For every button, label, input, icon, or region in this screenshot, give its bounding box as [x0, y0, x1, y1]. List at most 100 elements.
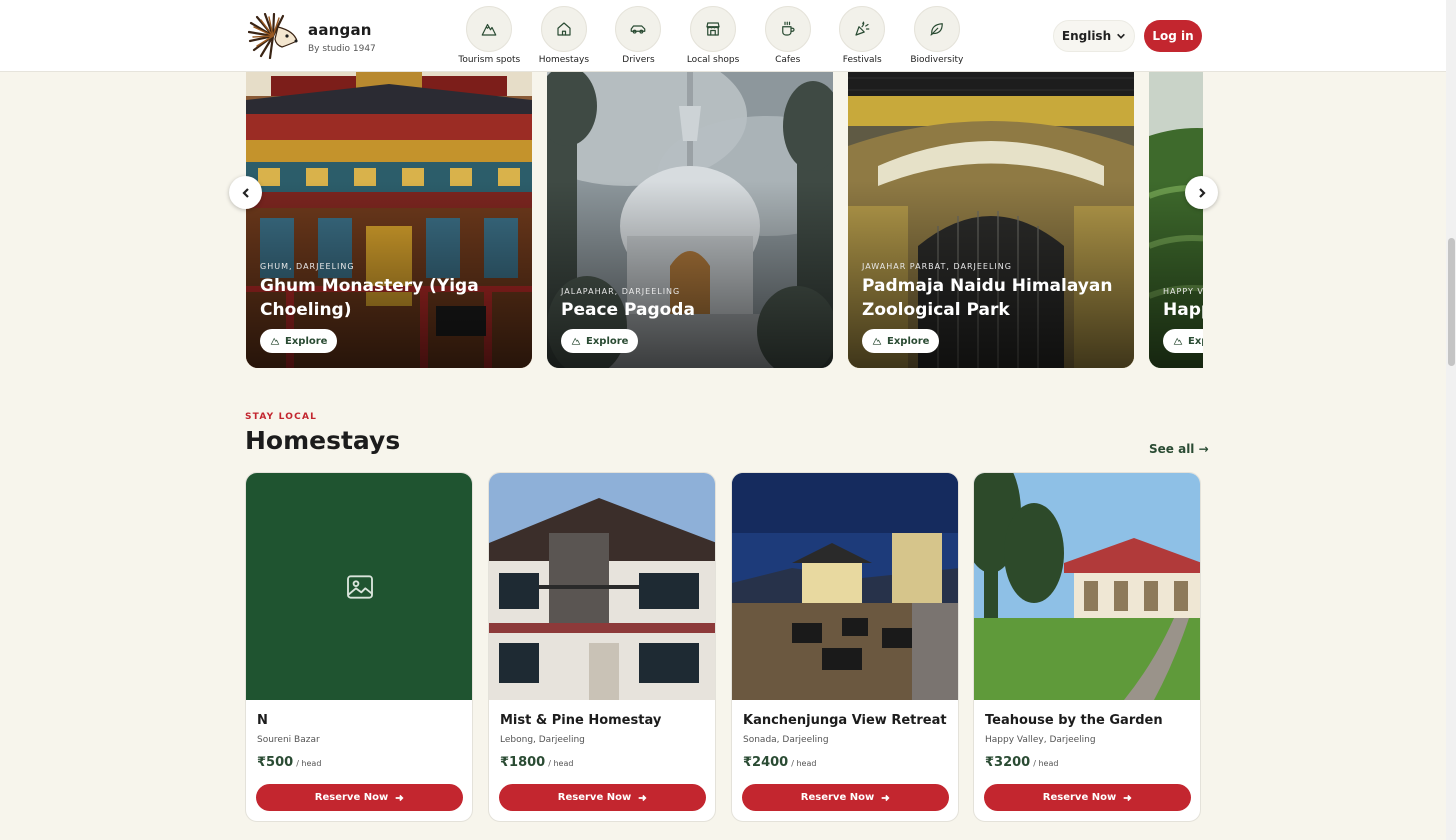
price-value: ₹3200 [985, 755, 1031, 770]
brand-tagline: By studio 1947 [308, 44, 376, 54]
carousel-prev-button[interactable] [229, 176, 262, 209]
spot-card[interactable]: JALAPAHAR, DARJEELING Peace Pagoda Explo… [547, 56, 833, 368]
carousel-next-button[interactable] [1185, 176, 1218, 209]
homestay-card[interactable]: Mist & Pine Homestay Lebong, Darjeeling … [488, 472, 716, 822]
homestay-location: Happy Valley, Darjeeling [985, 735, 1096, 745]
nav-icon-circle [690, 6, 737, 52]
explore-button[interactable]: Explore [862, 329, 940, 353]
homestay-image [974, 473, 1200, 700]
section-title: Homestays [245, 426, 401, 455]
chevron-left-icon [241, 187, 249, 198]
chevron-right-icon [1198, 187, 1206, 198]
spot-card[interactable]: HAPPY VALLEY, DARJEELING Happy Valley Te… [1149, 56, 1203, 368]
spot-name: Happy Valley Tea Estate [1163, 300, 1203, 320]
arrow-right-icon [395, 794, 404, 801]
homestay-image [732, 473, 958, 700]
leaf-icon [930, 23, 943, 36]
car-icon [631, 25, 646, 34]
reserve-label: Reserve Now [557, 792, 632, 803]
image-placeholder-icon [347, 574, 373, 599]
homestay-card[interactable]: N Soureni Bazar ₹500/ head Reserve Now [245, 472, 473, 822]
language-select[interactable]: English [1053, 20, 1135, 52]
mountain-icon [571, 337, 581, 345]
login-button[interactable]: Log in [1144, 20, 1202, 52]
nav-label: Local shops [686, 55, 740, 65]
price-unit: / head [548, 759, 574, 768]
see-all-link[interactable]: See all → [1149, 442, 1209, 456]
reserve-now-button[interactable]: Reserve Now [499, 784, 706, 811]
page-scrollbar[interactable] [1446, 0, 1456, 840]
homestay-price: ₹3200/ head [985, 755, 1058, 770]
nav-item-biodiversity[interactable]: Biodiversity [900, 6, 975, 65]
nav-item-festivals[interactable]: Festivals [825, 6, 900, 65]
spot-name: Peace Pagoda [561, 300, 695, 320]
coffee-icon [781, 21, 795, 36]
nav-icon-circle [466, 6, 513, 52]
nav-label: Cafes [775, 55, 801, 65]
reserve-label: Reserve Now [800, 792, 875, 803]
price-value: ₹500 [257, 755, 294, 770]
arrow-right-icon [881, 794, 890, 801]
homestay-location: Soureni Bazar [257, 735, 320, 745]
explore-button[interactable]: Explore [1163, 329, 1203, 353]
spot-location: JALAPAHAR, DARJEELING [561, 287, 681, 296]
homestay-name: Mist & Pine Homestay [500, 713, 662, 728]
language-selected: English [1061, 29, 1112, 43]
price-value: ₹1800 [500, 755, 546, 770]
spot-card[interactable]: GHUM, DARJEELING Ghum Monastery (Yiga Ch… [246, 56, 532, 368]
explore-label: Explore [1188, 335, 1203, 347]
reserve-now-button[interactable]: Reserve Now [256, 784, 463, 811]
tourism-spots-carousel[interactable]: GHUM, DARJEELING Ghum Monastery (Yiga Ch… [246, 56, 1203, 368]
scrollbar-thumb[interactable] [1448, 238, 1455, 366]
homestay-price: ₹1800/ head [500, 755, 573, 770]
mountain-icon [872, 337, 882, 345]
store-icon [706, 22, 720, 36]
nav-item-tourism-spots[interactable]: Tourism spots [452, 6, 527, 65]
explore-button[interactable]: Explore [561, 329, 639, 353]
explore-button[interactable]: Explore [260, 329, 338, 353]
reserve-now-button[interactable]: Reserve Now [742, 784, 949, 811]
nav-icon-circle [615, 6, 662, 52]
spot-location: JAWAHAR PARBAT, DARJEELING [862, 262, 1012, 271]
explore-label: Explore [285, 335, 328, 347]
spot-name: Ghum Monastery (Yiga Choeling) [260, 276, 479, 320]
nav-label: Biodiversity [910, 55, 964, 65]
nav-label: Tourism spots [458, 55, 521, 65]
mountain-icon [1173, 337, 1183, 345]
home-icon [557, 22, 571, 36]
reserve-label: Reserve Now [1042, 792, 1117, 803]
nav-item-local-shops[interactable]: Local shops [676, 6, 751, 65]
mountain-icon [270, 337, 280, 345]
party-icon [855, 21, 870, 36]
nav-item-homestays[interactable]: Homestays [527, 6, 602, 65]
homestay-image [489, 473, 715, 700]
explore-label: Explore [887, 335, 930, 347]
arrow-right-icon [638, 794, 647, 801]
homestay-card[interactable]: Kanchenjunga View Retreat Sonada, Darjee… [731, 472, 959, 822]
category-nav: Tourism spots Homestays Drivers Local sh… [452, 6, 974, 65]
nav-label: Festivals [842, 55, 882, 65]
aangan-logo[interactable] [248, 13, 298, 59]
price-unit: / head [296, 759, 322, 768]
spot-name: Padmaja Naidu Himalayan Zoological Park [862, 276, 1113, 320]
homestay-card[interactable]: Teahouse by the Garden Happy Valley, Dar… [973, 472, 1201, 822]
nav-icon-circle [764, 6, 811, 52]
section-eyebrow: STAY LOCAL [245, 412, 318, 422]
nav-icon-circle [913, 6, 960, 52]
nav-item-drivers[interactable]: Drivers [601, 6, 676, 65]
spot-card[interactable]: JAWAHAR PARBAT, DARJEELING Padmaja Naidu… [848, 56, 1134, 368]
nav-item-cafes[interactable]: Cafes [750, 6, 825, 65]
nav-icon-circle [540, 6, 587, 52]
homestay-location: Sonada, Darjeeling [743, 735, 829, 745]
nav-icon-circle [839, 6, 886, 52]
reserve-now-button[interactable]: Reserve Now [984, 784, 1191, 811]
brand-name[interactable]: aangan [308, 21, 372, 39]
arrow-right-icon [1123, 794, 1132, 801]
price-unit: / head [791, 759, 817, 768]
spot-location: HAPPY VALLEY, DARJEELING [1163, 287, 1203, 296]
nav-label: Drivers [622, 55, 655, 65]
homestay-name: Kanchenjunga View Retreat [743, 713, 947, 728]
homestay-name: N [257, 713, 268, 728]
homestay-price: ₹2400/ head [743, 755, 816, 770]
spot-location: GHUM, DARJEELING [260, 262, 355, 271]
